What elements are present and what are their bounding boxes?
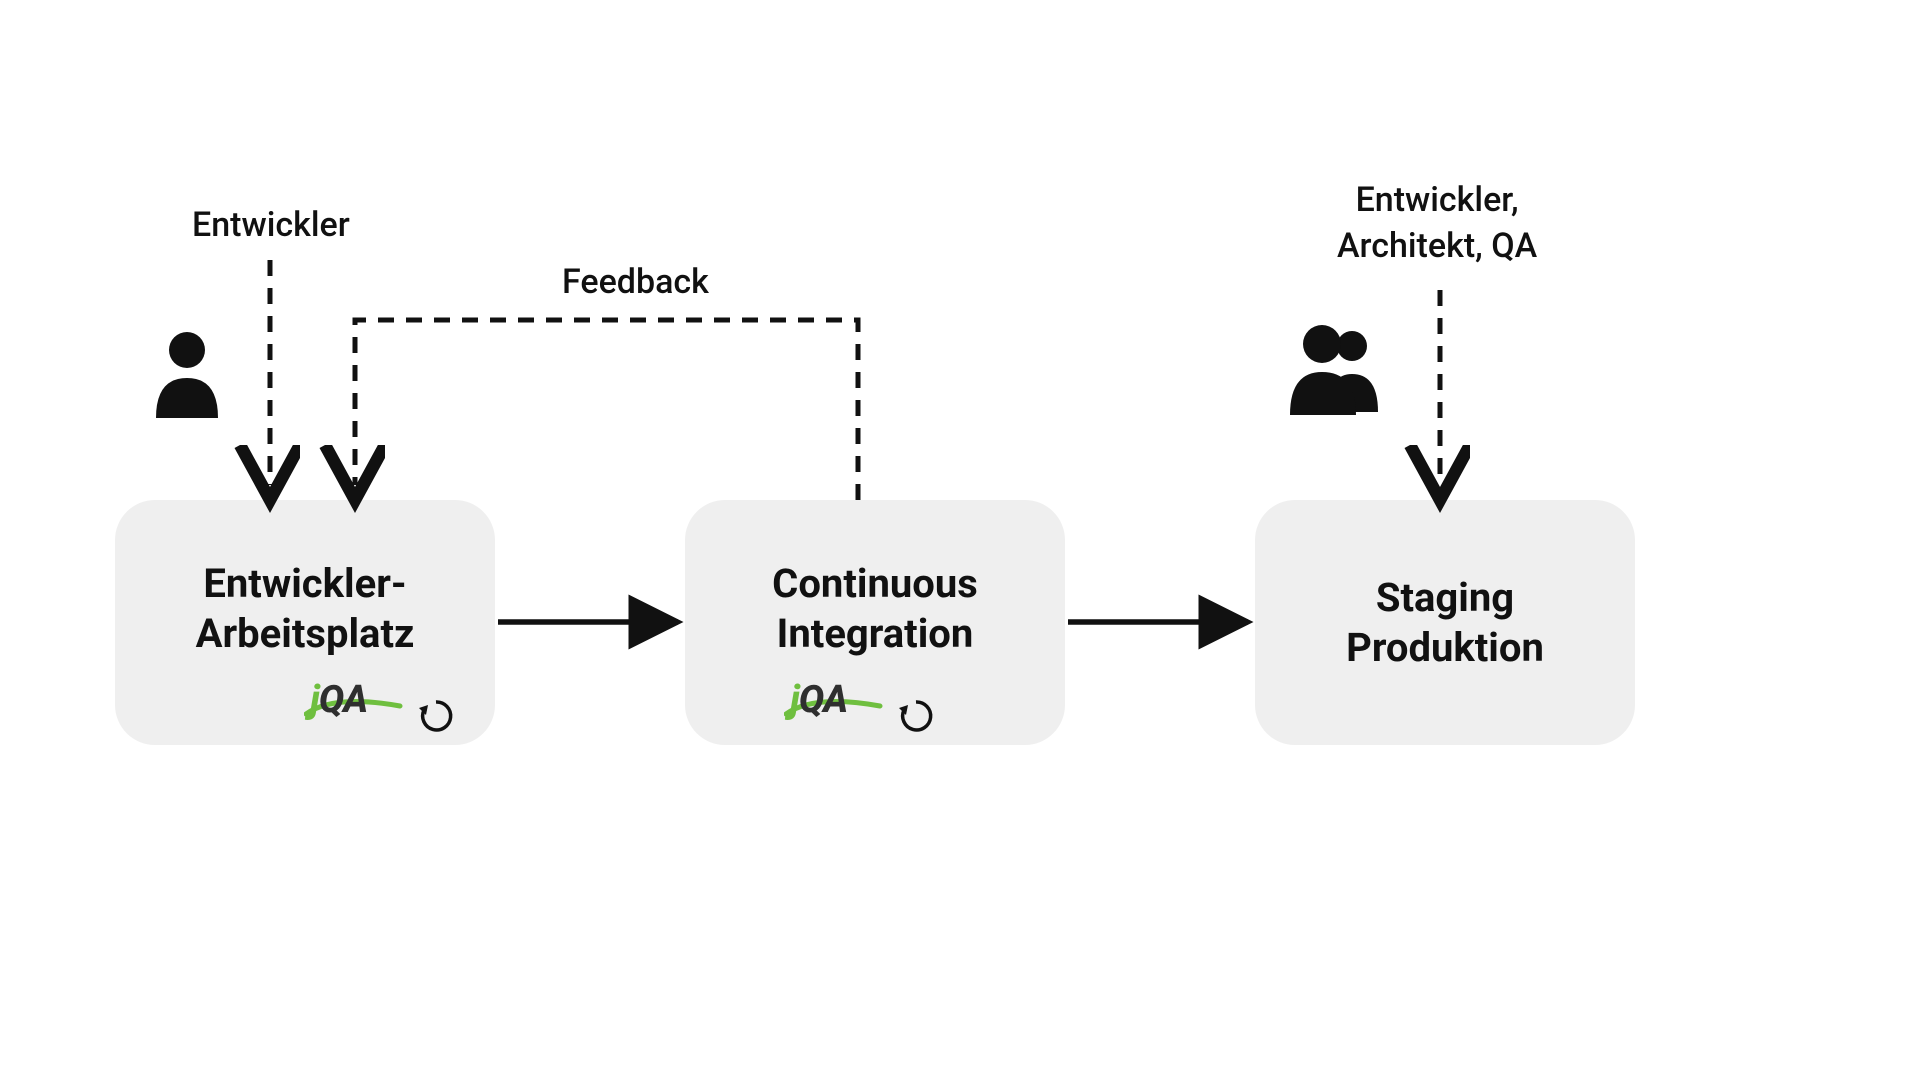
jqa-j: j (310, 678, 319, 722)
actor-team-label: Entwickler, Architekt, QA (1337, 178, 1537, 270)
box-staging-title: Staging Produktion (1346, 573, 1544, 673)
jqa-j: j (790, 678, 799, 722)
jqa-qa: QA (799, 678, 847, 722)
person-icon (150, 328, 225, 418)
people-icon (1286, 320, 1386, 415)
arrow-feedback (355, 320, 858, 500)
cycle-icon (418, 698, 454, 734)
jqa-logo-ci: jQA (790, 678, 847, 722)
feedback-label: Feedback (562, 262, 709, 302)
cycle-icon (898, 698, 934, 734)
box-workstation-title: Entwickler- Arbeitsplatz (196, 559, 415, 659)
jqa-qa: QA (319, 678, 367, 722)
actor-developer-label: Entwickler (192, 205, 350, 245)
box-ci-title: Continuous Integration (772, 559, 978, 659)
box-staging: Staging Produktion (1255, 500, 1635, 745)
jqa-logo-workstation: jQA (310, 678, 367, 722)
